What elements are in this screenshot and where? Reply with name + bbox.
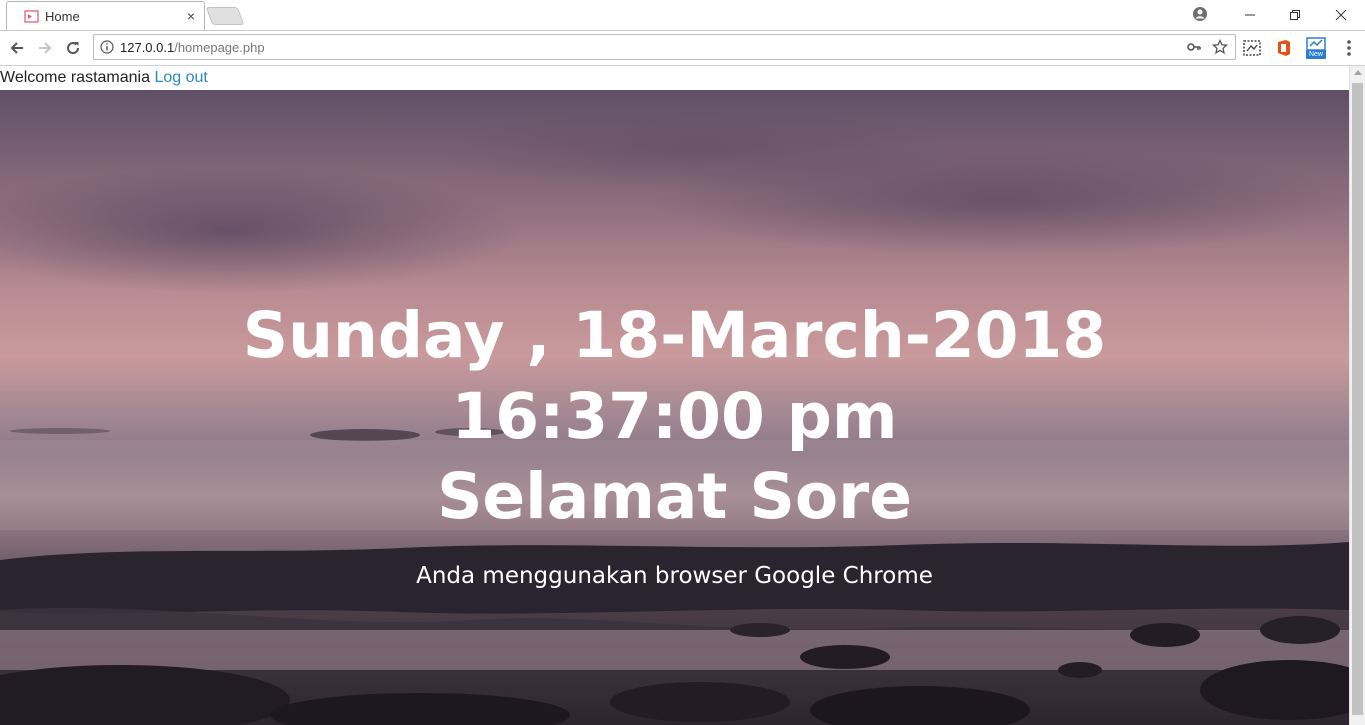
tab-close-icon[interactable]: × [183,8,199,24]
page-scrollbar[interactable] [1349,66,1365,725]
address-bar[interactable]: 127.0.0.1/homepage.php [93,34,1236,60]
minimize-button[interactable] [1227,0,1273,29]
chrome-menu-icon[interactable] [1342,39,1356,57]
back-button[interactable] [6,37,28,59]
page-favicon-icon [24,10,39,23]
forward-button[interactable] [34,37,56,59]
scrollbar-thumb[interactable] [1352,83,1363,715]
page-viewport: Welcome rastamania Log out Sunday , 18-M… [0,66,1349,725]
url-host: 127.0.0.1 [120,40,175,55]
greeting-heading: Selamat Sore [437,460,912,533]
office-extension-icon[interactable] [1274,38,1294,58]
minimize-icon [1245,14,1255,15]
reload-button[interactable] [62,37,84,59]
browser-toolbar: 127.0.0.1/homepage.php New [0,31,1365,66]
new-extension-icon[interactable]: New [1305,37,1327,59]
reload-icon [67,42,80,55]
clock-time: 16:37:00 pm [451,380,898,453]
screenshot-extension-icon[interactable] [1242,38,1262,58]
welcome-bar: Welcome rastamania Log out [0,66,1349,90]
address-url[interactable]: 127.0.0.1/homepage.php [120,40,265,55]
back-arrow-icon [10,42,23,54]
scroll-up-arrow-icon[interactable] [1354,70,1362,75]
logout-link[interactable]: Log out [154,69,207,86]
new-tab-button[interactable] [205,7,245,25]
saved-password-key-icon[interactable] [1187,41,1201,53]
url-path: /homepage.php [174,40,265,55]
window-close-icon [1335,9,1347,20]
tab-strip: Home × [0,0,1365,31]
welcome-text: Welcome rastamania [0,69,150,86]
tab-home[interactable]: Home × [6,1,205,30]
forward-arrow-icon [39,42,52,54]
bookmark-star-icon[interactable] [1212,39,1228,55]
window-close-button[interactable] [1318,0,1364,29]
hero-background: Sunday , 18-March-2018 16:37:00 pm Selam… [0,90,1349,725]
restore-button[interactable] [1272,0,1318,29]
site-info-icon[interactable] [100,40,114,54]
profile-icon[interactable] [1192,6,1208,22]
browser-detect-message: Anda menggunakan browser Google Chrome [416,563,933,589]
date-heading: Sunday , 18-March-2018 [242,299,1107,372]
restore-icon [1290,9,1300,20]
tab-title: Home [45,9,80,24]
new-badge: New [1306,50,1326,59]
